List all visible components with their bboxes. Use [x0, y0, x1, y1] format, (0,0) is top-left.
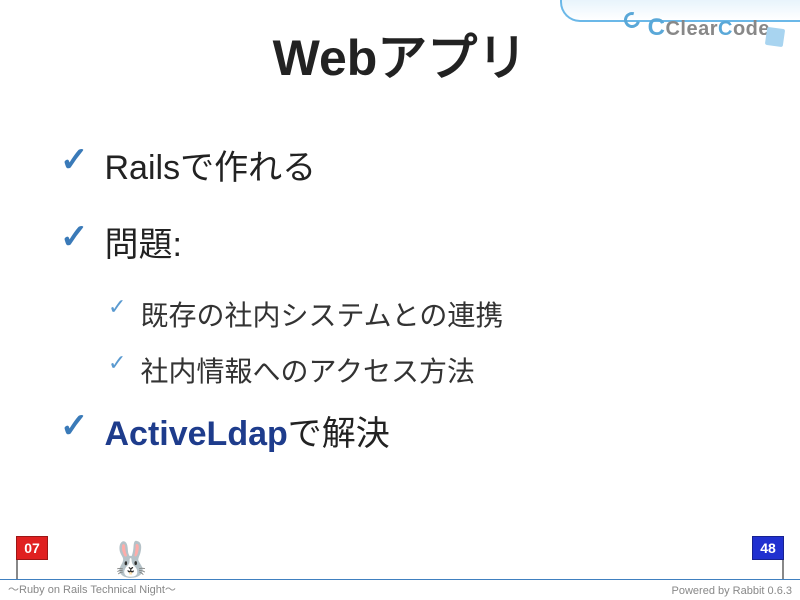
footer-divider [0, 579, 800, 580]
logo: CClearCode [648, 14, 770, 42]
bullet-text: 問題: [105, 217, 182, 266]
flag-pole-icon [782, 560, 784, 580]
logo-c2: C [718, 18, 733, 40]
bullet-text: Railsで作れる [105, 140, 317, 189]
sub-bullet-text: 既存の社内システムとの連携 [140, 294, 503, 334]
bullet-item: ✓ ActiveLdapで解決 [60, 406, 740, 455]
total-pages-number: 48 [752, 536, 784, 560]
logo-clear: Clear [665, 18, 718, 40]
slide-content: ✓ Railsで作れる ✓ 問題: ✓ 既存の社内システムとの連携 ✓ 社内情報… [0, 90, 800, 455]
bullet-text-rest: で解決 [288, 415, 390, 453]
check-icon: ✓ [60, 217, 89, 257]
footer-event-name: 〜Ruby on Rails Technical Night〜 [8, 581, 176, 597]
flag-pole-icon [16, 560, 18, 580]
check-icon: ✓ [108, 350, 126, 376]
sub-bullet-item: ✓ 既存の社内システムとの連携 [108, 294, 740, 334]
check-icon: ✓ [60, 406, 89, 446]
current-page-number: 07 [16, 536, 48, 560]
header-decoration: CClearCode [540, 0, 800, 50]
emphasis-text: ActiveLdap [105, 415, 288, 453]
check-icon: ✓ [60, 140, 89, 180]
current-page-flag: 07 [16, 536, 48, 580]
total-pages-flag: 48 [752, 536, 784, 580]
check-icon: ✓ [108, 294, 126, 320]
sub-bullet-item: ✓ 社内情報へのアクセス方法 [108, 350, 740, 390]
bullet-item: ✓ Railsで作れる [60, 140, 740, 189]
rabbit-icon: 🐰 [110, 540, 152, 580]
bullet-text: ActiveLdapで解決 [105, 406, 390, 455]
logo-square-icon [765, 27, 785, 47]
slide-footer: 07 🐰 48 〜Ruby on Rails Technical Night〜 … [0, 530, 800, 600]
sub-bullet-text: 社内情報へのアクセス方法 [140, 350, 475, 390]
bullet-item: ✓ 問題: [60, 217, 740, 266]
logo-c1: C [648, 14, 666, 41]
sub-bullet-group: ✓ 既存の社内システムとの連携 ✓ 社内情報へのアクセス方法 [60, 294, 740, 390]
logo-code: ode [733, 18, 770, 40]
footer-powered-by: Powered by Rabbit 0.6.3 [672, 585, 792, 597]
